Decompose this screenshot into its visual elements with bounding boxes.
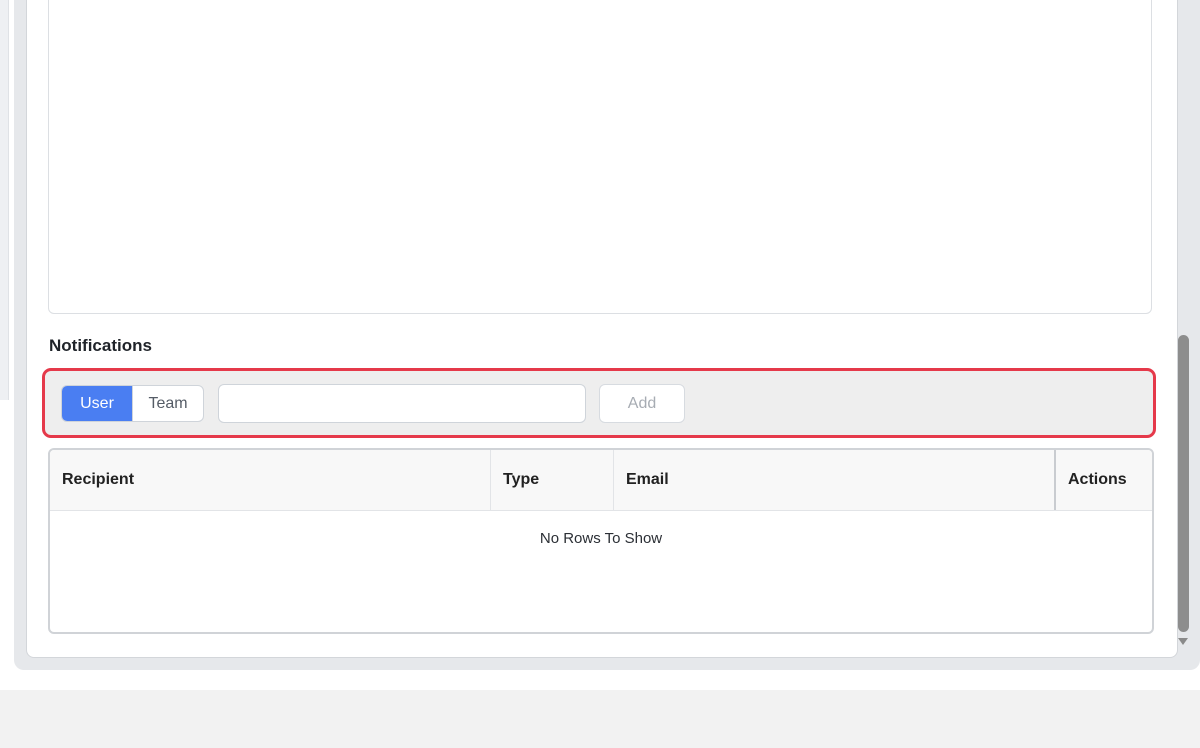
left-panel-edge <box>0 0 9 400</box>
notifications-heading: Notifications <box>49 336 152 355</box>
table-header: Recipient Type Email Actions <box>50 450 1152 511</box>
empty-table-message: No Rows To Show <box>539 530 663 547</box>
add-button[interactable]: Add <box>599 384 685 423</box>
recipient-input[interactable] <box>218 384 586 423</box>
team-toggle-button[interactable]: Team <box>132 386 203 421</box>
scroll-down-arrow-icon[interactable] <box>1178 638 1188 645</box>
description-textarea[interactable] <box>48 0 1152 314</box>
column-header-email[interactable]: Email <box>613 450 1054 510</box>
notifications-table: Recipient Type Email Actions No Rows To … <box>48 448 1154 634</box>
user-toggle-button[interactable]: User <box>62 386 132 421</box>
column-header-type[interactable]: Type <box>490 450 613 510</box>
column-header-actions[interactable]: Actions <box>1054 450 1152 510</box>
scrollbar-thumb[interactable] <box>1178 335 1189 632</box>
column-header-recipient[interactable]: Recipient <box>50 450 490 510</box>
viewport: Notifications User Team Add Recipient Ty… <box>0 0 1200 690</box>
recipient-type-toggle: User Team <box>61 385 204 422</box>
